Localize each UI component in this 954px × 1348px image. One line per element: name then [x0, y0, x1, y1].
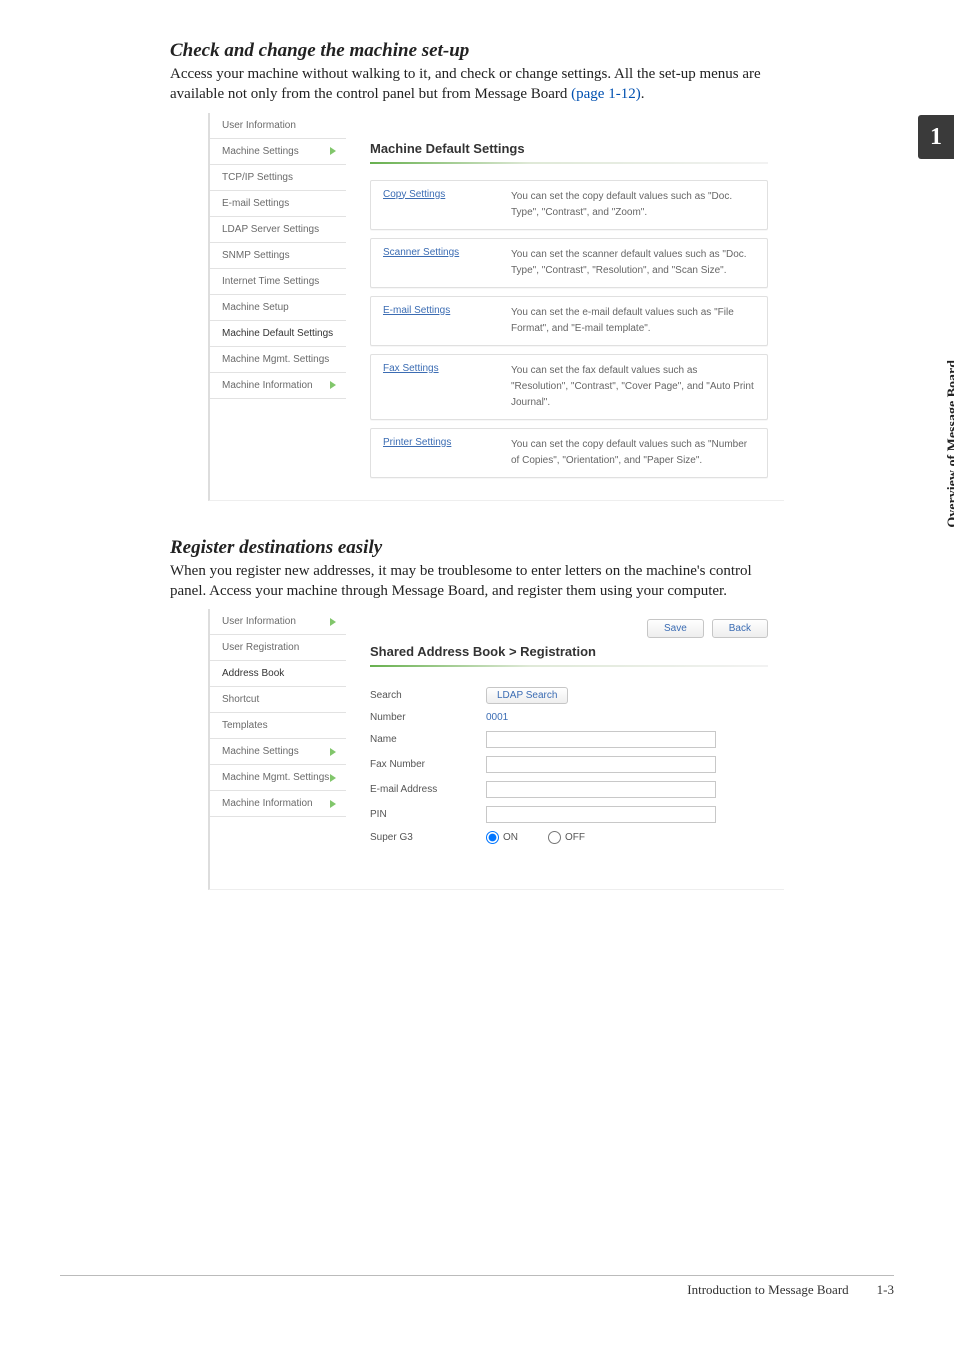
sidebar-item-label: Machine Setup — [222, 302, 289, 313]
triangle-icon — [330, 748, 336, 756]
panel-heading: Shared Address Book > Registration — [370, 644, 768, 659]
sidebar-item-label: User Information — [222, 616, 296, 627]
sidebar-item-label: TCP/IP Settings — [222, 172, 293, 183]
divider — [370, 162, 768, 164]
section1-body-b: . — [641, 86, 645, 102]
superg3-off-radio[interactable]: OFF — [548, 831, 585, 844]
sidebar-item-label: Templates — [222, 720, 268, 731]
sidebar-item-label: Machine Mgmt. Settings — [222, 772, 329, 783]
page-link[interactable]: (page 1-12) — [571, 86, 641, 102]
chapter-tab: 1 — [918, 115, 954, 159]
sidebar-item-label: Machine Settings — [222, 146, 299, 157]
sidebar-item-label: E-mail Settings — [222, 198, 289, 209]
footer-text: Introduction to Message Board — [687, 1282, 848, 1298]
sidebar-item[interactable]: User Registration — [210, 635, 346, 661]
fax-settings-link[interactable]: Fax Settings — [383, 363, 483, 374]
section1-body-a: Access your machine without walking to i… — [170, 66, 761, 102]
name-input[interactable] — [486, 731, 716, 748]
number-value: 0001 — [486, 712, 508, 723]
sidebar-item-label: User Registration — [222, 642, 299, 653]
sidebar-item[interactable]: Machine Setup — [210, 295, 346, 321]
screenshot-machine-default: User Information Machine Settings TCP/IP… — [208, 113, 784, 501]
radio-label: OFF — [565, 832, 585, 843]
sidebar-item[interactable]: TCP/IP Settings — [210, 165, 346, 191]
printer-settings-link[interactable]: Printer Settings — [383, 437, 483, 448]
number-label: Number — [370, 712, 470, 723]
radio-input[interactable] — [548, 831, 561, 844]
triangle-icon — [330, 800, 336, 808]
back-button[interactable]: Back — [712, 619, 768, 638]
sidebar-item[interactable]: Machine Mgmt. Settings — [210, 347, 346, 373]
sidebar-item[interactable]: Shortcut — [210, 687, 346, 713]
footer: Introduction to Message Board 1-3 — [60, 1275, 894, 1298]
card-desc: You can set the scanner default values s… — [511, 247, 755, 279]
section1-title: Check and change the machine set-up — [170, 40, 894, 62]
sidebar-item[interactable]: Internet Time Settings — [210, 269, 346, 295]
side-label: Overview of Message Board — [946, 360, 954, 528]
sidebar-item-label: Machine Information — [222, 798, 313, 809]
sidebar-item-label: LDAP Server Settings — [222, 224, 319, 235]
chapter-number: 1 — [930, 124, 942, 151]
sidebar-item[interactable]: Machine Information — [210, 373, 346, 399]
sidebar-item[interactable]: SNMP Settings — [210, 243, 346, 269]
sidebar-item[interactable]: User Information — [210, 609, 346, 635]
card-desc: You can set the e-mail default values su… — [511, 305, 755, 337]
section1-body: Access your machine without walking to i… — [170, 64, 784, 105]
section2-body: When you register new addresses, it may … — [170, 561, 784, 602]
sidebar-item-label: SNMP Settings — [222, 250, 290, 261]
fax-input[interactable] — [486, 756, 716, 773]
superg3-label: Super G3 — [370, 832, 470, 843]
triangle-icon — [330, 381, 336, 389]
panel-heading: Machine Default Settings — [370, 141, 768, 156]
sidebar-item[interactable]: Machine Information — [210, 791, 346, 817]
sidebar-item[interactable]: LDAP Server Settings — [210, 217, 346, 243]
card-desc: You can set the fax default values such … — [511, 363, 755, 411]
search-label: Search — [370, 690, 470, 701]
triangle-icon — [330, 774, 336, 782]
sidebar-item[interactable]: Templates — [210, 713, 346, 739]
sidebar-item-label: User Information — [222, 120, 296, 131]
sidebar-item[interactable]: E-mail Settings — [210, 191, 346, 217]
sidebar-item-label: Machine Information — [222, 380, 313, 391]
triangle-icon — [330, 618, 336, 626]
card-desc: You can set the copy default values such… — [511, 437, 755, 469]
pin-label: PIN — [370, 809, 470, 820]
section2-title: Register destinations easily — [170, 537, 894, 559]
copy-settings-link[interactable]: Copy Settings — [383, 189, 483, 200]
email-label: E-mail Address — [370, 784, 470, 795]
email-input[interactable] — [486, 781, 716, 798]
sidebar-item[interactable]: Machine Settings — [210, 739, 346, 765]
sidebar-item-label: Address Book — [222, 668, 284, 679]
footer-page: 1-3 — [877, 1282, 894, 1298]
fax-label: Fax Number — [370, 759, 470, 770]
sidebar-item[interactable]: Address Book — [210, 661, 346, 687]
ldap-search-button[interactable]: LDAP Search — [486, 687, 568, 704]
email-settings-link[interactable]: E-mail Settings — [383, 305, 483, 316]
sidebar-item[interactable]: Machine Mgmt. Settings — [210, 765, 346, 791]
card-desc: You can set the copy default values such… — [511, 189, 755, 221]
sidebar-item-label: Machine Default Settings — [222, 328, 333, 339]
radio-input[interactable] — [486, 831, 499, 844]
scanner-settings-link[interactable]: Scanner Settings — [383, 247, 483, 258]
superg3-on-radio[interactable]: ON — [486, 831, 518, 844]
pin-input[interactable] — [486, 806, 716, 823]
triangle-icon — [330, 147, 336, 155]
screenshot-address-book: User Information User Registration Addre… — [208, 609, 784, 890]
sidebar-item[interactable]: Machine Settings — [210, 139, 346, 165]
sidebar-item-label: Machine Settings — [222, 746, 299, 757]
save-button[interactable]: Save — [647, 619, 704, 638]
sidebar-item-label: Machine Mgmt. Settings — [222, 354, 329, 365]
settings-card: Copy Settings You can set the copy defau… — [370, 180, 768, 230]
name-label: Name — [370, 734, 470, 745]
settings-card: Fax Settings You can set the fax default… — [370, 354, 768, 420]
sidebar-item-label: Shortcut — [222, 694, 259, 705]
divider — [370, 665, 768, 667]
sidebar-item[interactable]: User Information — [210, 113, 346, 139]
settings-card: Printer Settings You can set the copy de… — [370, 428, 768, 478]
sidebar-item[interactable]: Machine Default Settings — [210, 321, 346, 347]
settings-card: E-mail Settings You can set the e-mail d… — [370, 296, 768, 346]
radio-label: ON — [503, 832, 518, 843]
settings-card: Scanner Settings You can set the scanner… — [370, 238, 768, 288]
sidebar-item-label: Internet Time Settings — [222, 276, 319, 287]
